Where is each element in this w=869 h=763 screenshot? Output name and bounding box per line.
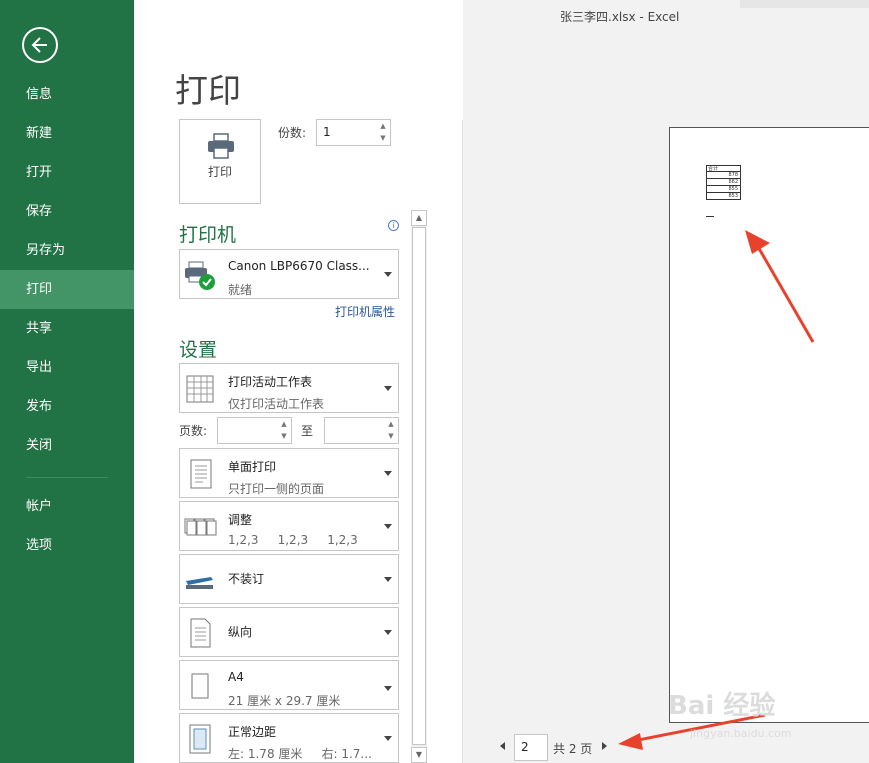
portrait-icon <box>190 618 211 648</box>
chevron-down-icon <box>384 272 392 277</box>
print-button[interactable]: 打印 <box>179 119 261 204</box>
decrement-icon[interactable]: ▼ <box>277 430 291 442</box>
collate-icon <box>184 518 217 536</box>
stapler-icon <box>186 577 213 589</box>
printer-name: Canon LBP6670 Class... <box>228 259 370 273</box>
sidebar-item-open[interactable]: 打开 <box>0 153 134 192</box>
staple-dropdown[interactable]: 不装订 <box>179 554 399 604</box>
sidebar-item-info[interactable]: 信息 <box>0 75 134 114</box>
chevron-down-icon <box>384 524 392 529</box>
collate-dropdown[interactable]: 调整 1,2,3 1,2,3 1,2,3 <box>179 501 399 551</box>
sidebar-item-close[interactable]: 关闭 <box>0 426 134 465</box>
margins-desc: 左: 1.78 厘米 右: 1.7... <box>228 747 372 761</box>
margins-dropdown[interactable]: 正常边距 左: 1.78 厘米 右: 1.7... <box>179 713 399 763</box>
total-pages: 共 2 页 <box>553 742 593 756</box>
pages-label: 页数: <box>179 424 208 438</box>
increment-icon[interactable]: ▲ <box>384 418 398 430</box>
next-page-icon[interactable] <box>602 742 607 750</box>
margins-label: 正常边距 <box>228 725 277 739</box>
table-row: 853 <box>706 193 741 200</box>
paper-size-icon <box>191 673 209 699</box>
current-page-input[interactable]: 2 <box>514 734 548 761</box>
sidebar-item-save-as[interactable]: 另存为 <box>0 231 134 270</box>
paper-size-dropdown[interactable]: A4 21 厘米 x 29.7 厘米 <box>179 660 399 710</box>
orientation-label: 纵向 <box>228 625 253 639</box>
chevron-down-icon <box>384 686 392 691</box>
margins-icon <box>189 724 211 754</box>
printer-dropdown[interactable]: Canon LBP6670 Class... 就绪 <box>179 249 399 299</box>
info-icon[interactable]: i <box>388 220 399 231</box>
sidebar-item-options[interactable]: 选项 <box>0 526 134 565</box>
print-what-label: 打印活动工作表 <box>228 375 313 389</box>
table-row: 882 <box>706 179 741 186</box>
annotation-arrows <box>618 230 815 750</box>
title-bar-shade <box>740 0 869 8</box>
sidebar-item-publish[interactable]: 发布 <box>0 387 134 426</box>
back-arrow-icon[interactable] <box>22 27 58 63</box>
sidebar-item-account[interactable]: 帐户 <box>0 487 134 526</box>
paper-size-label: A4 <box>228 670 244 684</box>
sides-dropdown[interactable]: 单面打印 只打印一侧的页面 <box>179 448 399 498</box>
chevron-down-icon <box>384 577 392 582</box>
copies-value: 1 <box>323 125 331 139</box>
single-sided-icon <box>190 459 212 489</box>
chevron-down-icon <box>384 386 392 391</box>
window-title: 张三李四.xlsx - Excel <box>560 10 680 24</box>
decrement-icon[interactable]: ▼ <box>384 430 398 442</box>
orientation-dropdown[interactable]: 纵向 <box>179 607 399 657</box>
scroll-up-icon[interactable]: ▲ <box>411 210 427 226</box>
print-button-label: 打印 <box>207 165 232 179</box>
sidebar-item-export[interactable]: 导出 <box>0 348 134 387</box>
panel-divider <box>462 120 463 763</box>
sides-label: 单面打印 <box>228 460 277 474</box>
increment-icon[interactable]: ▲ <box>376 120 390 132</box>
chevron-down-icon <box>384 630 392 635</box>
sidebar-divider <box>26 477 108 478</box>
printer-icon <box>208 133 234 159</box>
pages-to-label: 至 <box>301 424 314 438</box>
worksheet-grid-icon <box>186 375 214 403</box>
sidebar-item-print[interactable]: 打印 <box>0 270 134 309</box>
collate-label: 调整 <box>228 513 253 527</box>
sidebar-item-save[interactable]: 保存 <box>0 192 134 231</box>
printer-ready-icon <box>185 261 215 290</box>
printer-properties-link[interactable]: 打印机属性 <box>335 303 395 320</box>
table-row: 878 <box>706 172 741 179</box>
chevron-down-icon <box>384 736 392 741</box>
collate-desc: 1,2,3 1,2,3 1,2,3 <box>228 533 358 547</box>
decrement-icon[interactable]: ▼ <box>376 132 390 144</box>
chevron-down-icon <box>384 471 392 476</box>
printer-status: 就绪 <box>228 283 253 297</box>
copies-stepper[interactable]: 1 ▲ ▼ <box>316 119 391 146</box>
settings-scrollbar[interactable]: ▲ ▼ <box>411 210 427 763</box>
staple-label: 不装订 <box>228 572 265 586</box>
prev-page-icon[interactable] <box>500 742 505 750</box>
paper-size-desc: 21 厘米 x 29.7 厘米 <box>228 694 341 708</box>
pages-to-input[interactable]: ▲ ▼ <box>324 417 399 444</box>
scroll-thumb[interactable] <box>412 227 426 745</box>
page-title: 打印 <box>175 71 241 110</box>
table-row: 855 <box>706 186 741 193</box>
sidebar-item-share[interactable]: 共享 <box>0 309 134 348</box>
scroll-down-icon[interactable]: ▼ <box>411 747 427 763</box>
sides-desc: 只打印一侧的页面 <box>228 482 325 496</box>
print-what-dropdown[interactable]: 打印活动工作表 仅打印活动工作表 <box>179 363 399 413</box>
preview-table: 合计 878 882 855 853 <box>706 165 741 200</box>
printer-heading: 打印机 <box>179 224 237 246</box>
print-what-desc: 仅打印活动工作表 <box>228 397 325 411</box>
sidebar-item-new[interactable]: 新建 <box>0 114 134 153</box>
watermark-url: jingyan.baidu.com <box>690 727 792 740</box>
increment-icon[interactable]: ▲ <box>277 418 291 430</box>
pages-from-input[interactable]: ▲ ▼ <box>217 417 292 444</box>
copies-label: 份数: <box>278 126 307 140</box>
watermark-logo: Bai 经验 <box>668 691 776 721</box>
backstage-sidebar: 信息 新建 打开 保存 另存为 打印 共享 导出 发布 关闭 帐户 选项 <box>0 0 134 763</box>
preview-table-header: 合计 <box>706 165 741 172</box>
settings-heading: 设置 <box>179 339 218 361</box>
